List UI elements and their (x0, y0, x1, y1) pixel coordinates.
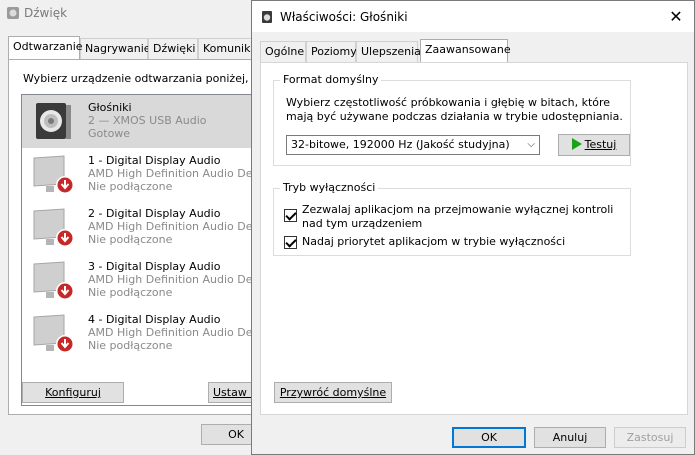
tab-playback[interactable]: Odtwarzanie (8, 36, 83, 59)
monitor-disconnected-icon (33, 155, 74, 194)
tab-recording[interactable]: Nagrywanie (80, 38, 151, 59)
restore-defaults-button[interactable]: Przywróć domyślne (274, 382, 392, 403)
allow-exclusive-checkbox[interactable] (284, 209, 297, 222)
sound-window-title: Dźwięk (6, 6, 256, 26)
device-item-display-audio-1[interactable]: 1 - Digital Display Audio AMD High Defin… (22, 148, 259, 201)
playback-hint: Wybierz urządzenie odtwarzania poniżej, … (23, 72, 263, 85)
advanced-panel: Format domyślny Wybierz częstotliwość pr… (260, 62, 688, 415)
dialog-titlebar: Właściwości: Głośniki ✕ (252, 1, 694, 32)
tab-general[interactable]: Ogólne (260, 41, 306, 62)
monitor-disconnected-icon (33, 314, 74, 353)
device-name: 1 - Digital Display Audio (88, 154, 221, 167)
default-format-label: Format domyślny (280, 73, 382, 86)
device-name: Głośniki (88, 101, 132, 114)
device-driver: AMD High Definition Audio Dev (88, 167, 259, 180)
exclusive-mode-label: Tryb wyłączności (280, 181, 379, 194)
sound-window: Dźwięk Odtwarzanie Nagrywanie Dźwięki Ko… (0, 0, 271, 455)
tab-enhancements[interactable]: Ulepszenia (356, 41, 421, 62)
device-status: Nie podłączone (88, 286, 173, 299)
exclusive-priority-label: Nadaj priorytet aplikacjom w trybie wyłą… (302, 235, 566, 248)
device-list[interactable]: Głośniki 2 — XMOS USB Audio Gotowe 1 - D… (21, 94, 259, 406)
apply-button[interactable]: Zastosuj (614, 427, 686, 448)
default-format-description: Wybierz częstotliwość próbkowania i głęb… (286, 96, 623, 123)
dialog-title: Właściwości: Głośniki (280, 10, 408, 24)
properties-tabs: Ogólne Poziomy Ulepszenia Zaawansowane (260, 39, 690, 63)
tab-communications[interactable]: Komunikac (198, 38, 258, 59)
monitor-disconnected-icon (33, 261, 74, 300)
playback-panel: Wybierz urządzenie odtwarzania poniżej, … (8, 59, 263, 415)
speaker-icon (36, 103, 71, 139)
format-select[interactable]: 32-bitowe, 192000 Hz (Jakość studyjna) ⌵ (286, 135, 540, 155)
device-name: 3 - Digital Display Audio (88, 260, 221, 273)
device-driver: AMD High Definition Audio Dev (88, 220, 259, 233)
speaker-properties-dialog: Właściwości: Głośniki ✕ Ogólne Poziomy U… (251, 0, 695, 455)
device-driver: AMD High Definition Audio Dev (88, 273, 259, 286)
exclusive-priority-checkbox[interactable] (284, 236, 297, 249)
device-driver: AMD High Definition Audio Dev (88, 326, 259, 339)
device-item-speakers[interactable]: Głośniki 2 — XMOS USB Audio Gotowe (22, 95, 258, 148)
device-item-display-audio-3[interactable]: 3 - Digital Display Audio AMD High Defin… (22, 254, 259, 307)
tab-sounds[interactable]: Dźwięki (148, 38, 198, 59)
ok-button[interactable]: OK (452, 427, 526, 448)
cancel-button[interactable]: Anuluj (534, 427, 606, 448)
speaker-app-icon (7, 7, 19, 19)
allow-exclusive-label: Zezwalaj aplikacjom na przejmowanie wyłą… (302, 203, 614, 230)
device-item-display-audio-2[interactable]: 2 - Digital Display Audio AMD High Defin… (22, 201, 259, 254)
device-name: 2 - Digital Display Audio (88, 207, 221, 220)
test-button[interactable]: Testuj (558, 134, 630, 156)
device-name: 4 - Digital Display Audio (88, 313, 221, 326)
default-format-group: Format domyślny Wybierz częstotliwość pr… (273, 73, 631, 166)
device-item-display-audio-4[interactable]: 4 - Digital Display Audio AMD High Defin… (22, 307, 259, 360)
device-status: Nie podłączone (88, 339, 173, 352)
speaker-app-icon (262, 11, 272, 23)
exclusive-mode-group: Tryb wyłączności Zezwalaj aplikacjom na … (273, 181, 631, 256)
chevron-down-icon: ⌵ (527, 139, 535, 150)
configure-button[interactable]: Konfiguruj (22, 382, 124, 403)
monitor-disconnected-icon (33, 208, 74, 247)
device-status: Nie podłączone (88, 233, 173, 246)
device-driver: 2 — XMOS USB Audio (88, 114, 207, 127)
device-status: Nie podłączone (88, 180, 173, 193)
device-status: Gotowe (88, 127, 131, 140)
play-icon (571, 138, 582, 150)
tab-advanced[interactable]: Zaawansowane (420, 39, 511, 62)
tab-levels[interactable]: Poziomy (306, 41, 357, 62)
close-icon[interactable]: ✕ (666, 7, 686, 27)
sound-tabs: Odtwarzanie Nagrywanie Dźwięki Komunikac (8, 36, 258, 60)
